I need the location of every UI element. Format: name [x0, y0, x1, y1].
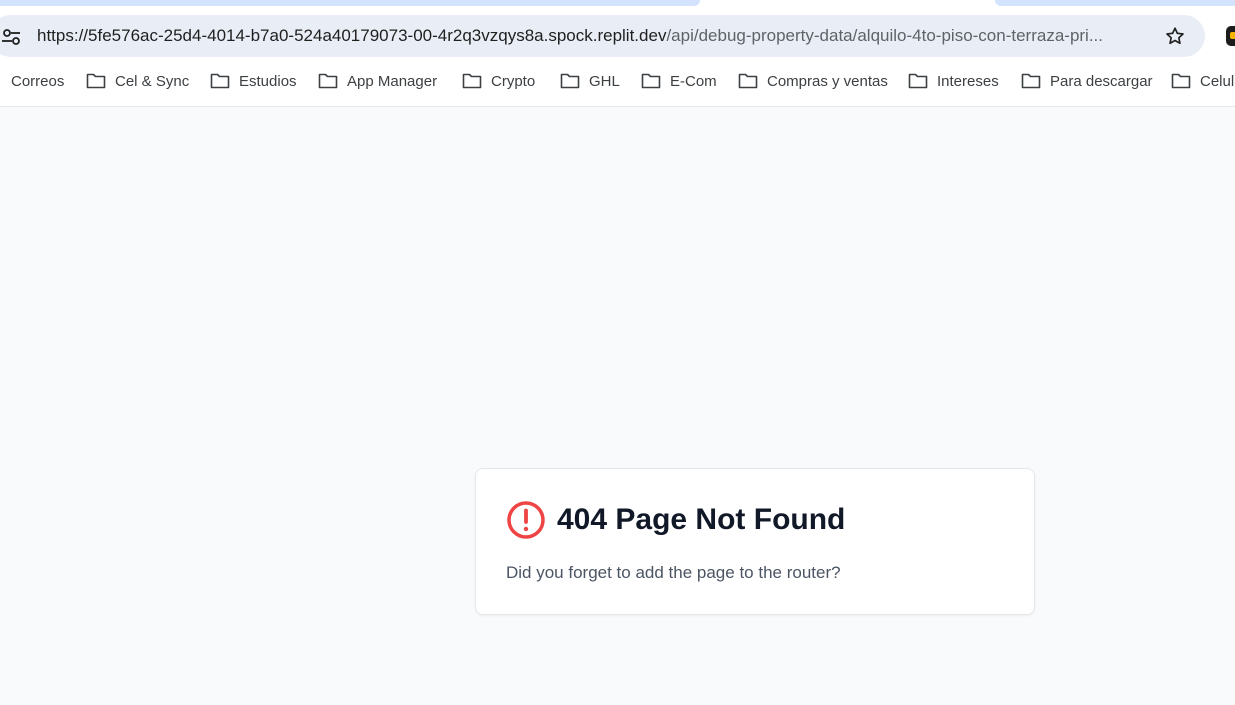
bookmark-label: Cel & Sync — [115, 72, 190, 90]
bookmark-label: Para descargar — [1050, 72, 1153, 90]
error-title: 404 Page Not Found — [557, 503, 846, 536]
bookmark-folder[interactable]: E-Com — [641, 66, 717, 96]
bookmark-label: Crypto — [491, 72, 536, 90]
bookmark-label: Compras y ventas — [767, 72, 888, 90]
folder-icon — [908, 73, 928, 89]
folder-icon — [738, 73, 758, 89]
url-host: https://5fe576ac-25d4-4014-b7a0-524a4017… — [37, 26, 667, 45]
alert-circle-icon — [506, 500, 546, 540]
bookmark-label: App Manager — [347, 72, 438, 90]
folder-icon — [1171, 73, 1191, 89]
bookmarks-bar: Correos Cel & Sync Estudios App Manager … — [0, 66, 1235, 96]
error-message: Did you forget to add the page to the ro… — [506, 563, 841, 582]
bookmark-label: E-Com — [670, 72, 717, 90]
url-text[interactable]: https://5fe576ac-25d4-4014-b7a0-524a4017… — [37, 26, 1152, 46]
bookmark-folder[interactable]: App Manager — [318, 66, 437, 96]
folder-icon — [318, 73, 338, 89]
browser-chrome: https://5fe576ac-25d4-4014-b7a0-524a4017… — [0, 0, 1235, 107]
bookmark-label: Celul — [1200, 72, 1235, 90]
folder-icon — [210, 73, 230, 89]
tune-icon[interactable] — [2, 27, 22, 47]
bookmark-folder[interactable]: Crypto — [462, 66, 535, 96]
folder-icon — [560, 73, 580, 89]
star-outline-icon[interactable] — [1164, 25, 1186, 47]
folder-icon — [1021, 73, 1041, 89]
bookmark-label: Estudios — [239, 72, 297, 90]
bookmark-folder[interactable]: Estudios — [210, 66, 297, 96]
active-tab-edge[interactable] — [0, 0, 700, 6]
extension-icon[interactable] — [1226, 26, 1235, 46]
bookmark-folder[interactable]: Intereses — [908, 66, 999, 96]
inactive-tab-edge[interactable] — [995, 0, 1235, 6]
bookmark-folder[interactable]: Celul — [1171, 66, 1234, 96]
folder-icon — [462, 73, 482, 89]
bookmark-folder[interactable]: Compras y ventas — [738, 66, 888, 96]
url-path: /api/debug-property-data/alquilo-4to-pis… — [666, 26, 1104, 45]
bookmark-folder[interactable]: GHL — [560, 66, 620, 96]
bookmark-folder[interactable]: Correos — [0, 66, 64, 96]
bookmark-label: GHL — [589, 72, 620, 90]
folder-icon — [641, 73, 661, 89]
folder-icon — [86, 73, 106, 89]
error-card: 404 Page Not Found Did you forget to add… — [475, 468, 1035, 615]
bookmark-label: Intereses — [937, 72, 999, 90]
bookmark-folder[interactable]: Cel & Sync — [86, 66, 189, 96]
bookmark-folder[interactable]: Para descargar — [1021, 66, 1153, 96]
bookmark-label: Correos — [11, 72, 65, 90]
